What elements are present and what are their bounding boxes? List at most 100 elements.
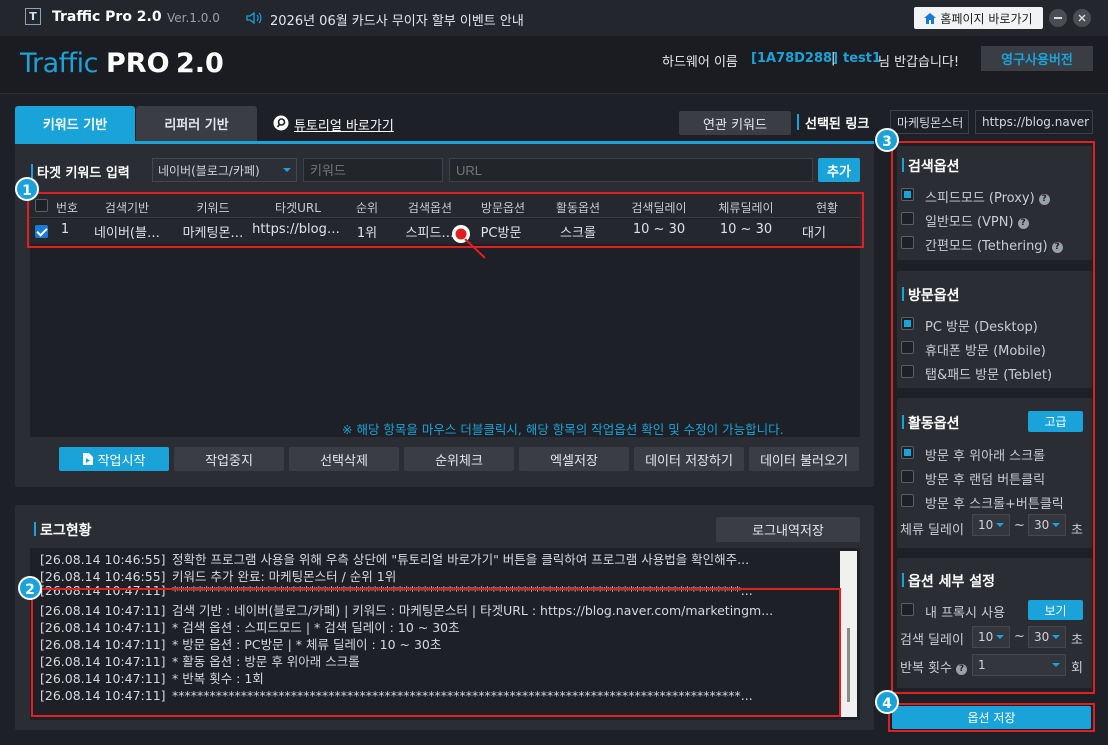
logo-traffic: Traffic	[20, 48, 99, 79]
search-delay-to-select[interactable]: 30	[1028, 626, 1066, 648]
hardware-label: 하드웨어 이름	[662, 55, 738, 70]
help-icon[interactable]: ?	[1051, 242, 1063, 253]
repeat-count-select[interactable]: 1	[972, 654, 1066, 676]
log-line: [26.08.14 10:46:55] 키워드 추가 완료: 마케팅몬스터 / 순…	[40, 568, 396, 585]
visit-tablet-label: 탭&패드 방문 (Teblet)	[925, 368, 1053, 383]
search-delay-from-select[interactable]: 10	[972, 626, 1010, 648]
url-input[interactable]	[449, 158, 813, 182]
advanced-button[interactable]: 고급	[1028, 411, 1083, 432]
visit-mobile-radio[interactable]	[901, 341, 914, 354]
close-button[interactable]	[1073, 9, 1091, 27]
minimize-button[interactable]	[1049, 9, 1067, 27]
search-mode-tethering-radio[interactable]	[901, 236, 914, 249]
activity-click-radio[interactable]	[901, 470, 914, 483]
search-mode-vpn-radio[interactable]	[901, 212, 914, 225]
delete-selected-button[interactable]: 선택삭제	[289, 447, 399, 471]
activity-scroll-click-radio[interactable]	[901, 494, 914, 507]
user-name: test1	[843, 51, 882, 66]
stop-button[interactable]: 작업중지	[174, 447, 284, 471]
chevron-down-icon	[996, 523, 1004, 527]
chevron-down-icon	[1052, 523, 1060, 527]
greeting-text: 님 반갑습니다!	[878, 55, 960, 70]
log-line: [26.08.14 10:46:55] 정확한 프로그램 사용을 위해 우측 상단…	[40, 551, 749, 568]
visit-tablet-radio[interactable]	[901, 365, 914, 378]
search-delay-label: 검색 딜레이	[900, 633, 964, 648]
search-mode-vpn-label: 일반모드 (VPN)?	[925, 211, 1029, 230]
tutorial-link[interactable]: 튜토리얼 바로가기	[294, 115, 394, 134]
log-scrollbar-thumb[interactable]	[847, 628, 850, 702]
repeat-label: 반복 횟수?	[900, 657, 967, 676]
highlight-box-table	[27, 192, 864, 248]
repeat-unit: 회	[1071, 661, 1083, 676]
search-mode-proxy-radio[interactable]	[901, 188, 914, 201]
start-button-label: 작업시작	[97, 453, 146, 469]
data-save-button[interactable]: 데이터 저장하기	[634, 447, 744, 471]
rank-check-button[interactable]: 순위체크	[404, 447, 514, 471]
app-logo-icon: T	[25, 8, 41, 25]
log-text: 정확한 프로그램 사용을 위해 우측 상단에 "튜토리얼 바로가기" 버튼을 클…	[172, 552, 750, 567]
highlight-box-log	[31, 588, 841, 717]
repeat-count-value: 1	[978, 658, 986, 672]
separator: |	[831, 51, 836, 66]
visit-pc-radio[interactable]	[901, 317, 914, 330]
my-proxy-checkbox[interactable]	[901, 603, 914, 616]
selected-link-marker	[797, 114, 799, 130]
cursor-click-icon	[452, 225, 486, 259]
repeat-label-text: 반복 횟수	[900, 661, 952, 676]
chevron-down-icon	[996, 635, 1004, 639]
tutorial-search-icon	[273, 115, 289, 131]
help-icon[interactable]: ?	[955, 664, 967, 675]
activity-options-title: 활동옵션	[902, 413, 960, 433]
data-load-button[interactable]: 데이터 불러오기	[749, 447, 859, 471]
save-options-button[interactable]: 옵션 저장	[892, 706, 1091, 729]
search-mode-vpn-text: 일반모드 (VPN)	[925, 215, 1014, 230]
tab-keyword[interactable]: 키워드 기반	[15, 106, 135, 141]
chevron-down-icon	[283, 168, 291, 172]
license-button[interactable]: 영구사용버전	[981, 46, 1093, 71]
activity-scroll-radio[interactable]	[901, 446, 914, 459]
brand-bar: Traffic PRO 2.0 하드웨어 이름 [1A78D288] | tes…	[0, 36, 1108, 94]
my-proxy-label: 내 프록시 사용	[925, 606, 1006, 621]
related-keyword-button[interactable]: 연관 키워드	[679, 111, 791, 135]
target-input-title: 타겟 키워드 입력	[31, 162, 130, 181]
selected-keyword-field[interactable]: 마케팅몬스터	[890, 110, 969, 134]
homepage-button-label: 홈페이지 바로가기	[940, 11, 1033, 26]
badge-2: 2	[18, 576, 42, 600]
search-mode-tethering-text: 간편모드 (Tethering)	[925, 239, 1048, 254]
activity-click-label: 방문 후 랜덤 버튼클릭	[925, 473, 1046, 488]
visit-pc-label: PC 방문 (Desktop)	[925, 320, 1038, 335]
help-icon[interactable]: ?	[1017, 218, 1029, 229]
stay-delay-from-select[interactable]: 10	[972, 514, 1010, 536]
logo-version: 2.0	[176, 48, 224, 79]
activity-scroll-label: 방문 후 위아래 스크롤	[925, 449, 1046, 464]
source-select[interactable]: 네이버(블로그/카페)	[152, 158, 297, 182]
start-button[interactable]: 작업시작	[59, 447, 169, 471]
visit-mobile-label: 휴대폰 방문 (Mobile)	[925, 344, 1046, 359]
proxy-view-button[interactable]: 보기	[1028, 600, 1083, 620]
homepage-button[interactable]: 홈페이지 바로가기	[914, 7, 1043, 29]
selected-url-field[interactable]: https://blog.naver	[975, 110, 1093, 134]
tab-referrer[interactable]: 리퍼러 기반	[136, 106, 257, 141]
minimize-icon	[1054, 17, 1062, 19]
visit-options-title: 방문옵션	[902, 285, 960, 305]
log-save-button[interactable]: 로그내역저장	[716, 517, 860, 542]
selected-link-label: 선택된 링크	[805, 117, 870, 132]
help-icon[interactable]: ?	[1038, 194, 1050, 205]
add-button[interactable]: 추가	[818, 158, 860, 182]
log-text: 키워드 추가 완료: 마케팅몬스터 / 순위 1위	[172, 569, 397, 584]
search-options-title: 검색옵션	[902, 156, 960, 176]
notice-link[interactable]: 2026년 06월 카드사 무이자 할부 이벤트 안내	[270, 10, 524, 29]
app-version: Ver.1.0.0	[167, 11, 220, 25]
excel-save-button[interactable]: 엑셀저장	[519, 447, 629, 471]
stay-delay-tilde: ~	[1014, 518, 1025, 533]
activity-scroll-click-label: 방문 후 스크롤+버튼클릭	[925, 497, 1064, 512]
badge-1: 1	[15, 177, 39, 201]
stay-delay-from-value: 10	[978, 518, 994, 532]
badge-3: 3	[875, 128, 899, 152]
app-name: Traffic Pro 2.0	[52, 9, 162, 25]
stay-delay-to-select[interactable]: 30	[1028, 514, 1066, 536]
speaker-icon	[246, 11, 262, 25]
keyword-input[interactable]	[303, 158, 443, 182]
search-delay-unit: 초	[1071, 633, 1083, 648]
search-mode-tethering-label: 간편모드 (Tethering)?	[925, 235, 1063, 254]
